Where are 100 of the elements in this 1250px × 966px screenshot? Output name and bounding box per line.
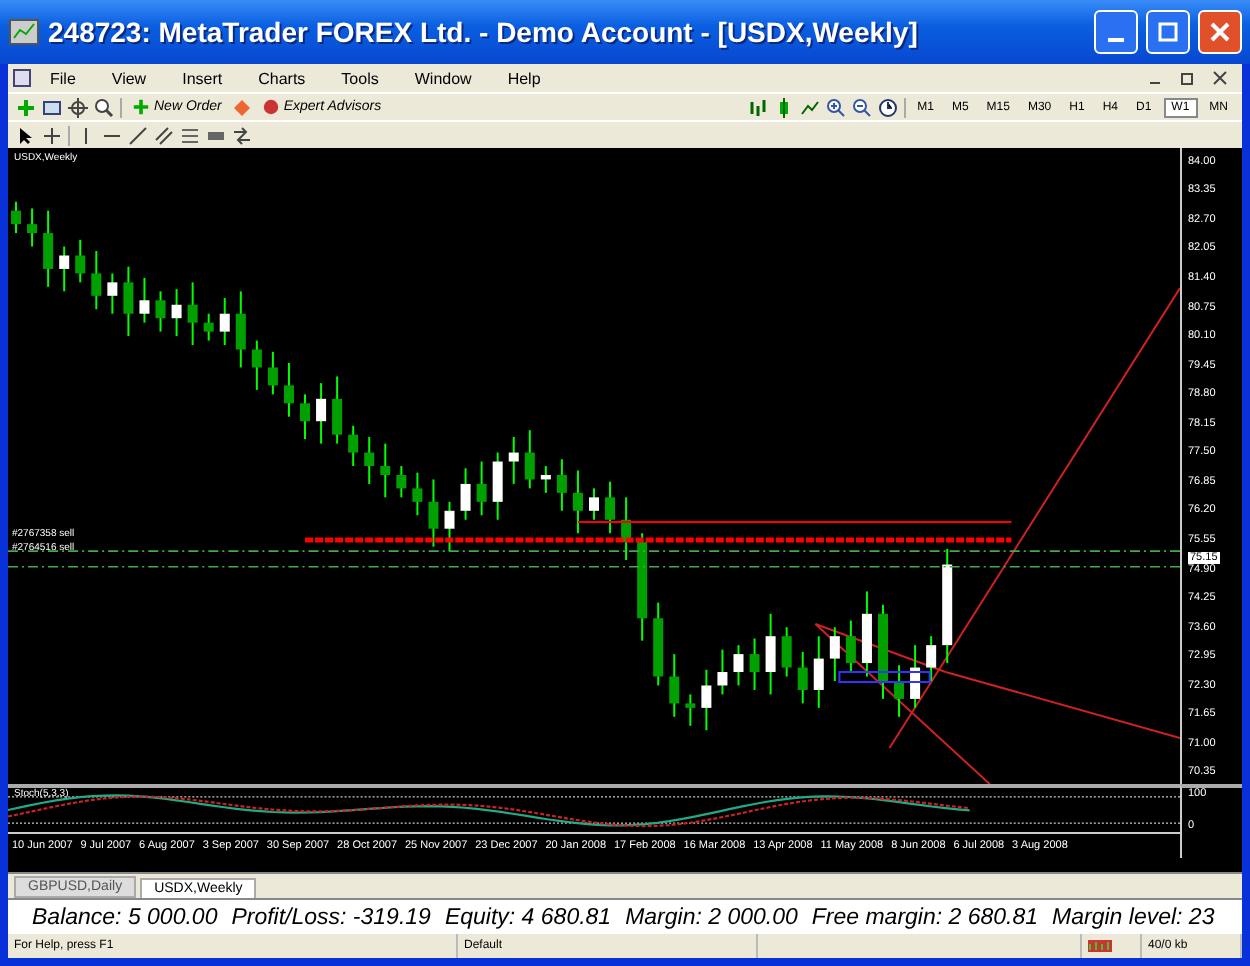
candlestick (139, 276, 150, 324)
candlestick (27, 207, 38, 248)
candlestick (524, 429, 535, 490)
account-value: Balance: 5 000.00 (32, 905, 218, 929)
candlestick (749, 637, 760, 691)
zoom-out-icon[interactable] (851, 97, 872, 117)
menu-item[interactable]: Charts (240, 69, 324, 87)
candlestick (444, 500, 455, 553)
channel-icon[interactable] (154, 125, 174, 145)
trendline-icon[interactable] (128, 125, 148, 145)
candlestick (894, 664, 905, 718)
candlestick (219, 297, 230, 347)
candlestick (267, 350, 278, 396)
candlestick (813, 635, 824, 709)
candlestick (942, 547, 953, 665)
bar-chart-icon[interactable] (747, 97, 768, 117)
account-value: Profit/Loss: -319.19 (231, 905, 431, 929)
document-icon[interactable] (12, 68, 32, 88)
candlestick (829, 626, 840, 682)
candlestick (878, 603, 888, 700)
candlestick (845, 619, 856, 674)
plus-icon (132, 98, 150, 116)
close-icon (1210, 22, 1230, 42)
restore-icon[interactable] (1178, 68, 1198, 88)
window-title: 248723: MetaTrader FOREX Ltd. - Demo Account - [USDX,Weekly] (48, 16, 920, 48)
account-value: Margin: 2 000.00 (625, 905, 798, 929)
candlestick (556, 458, 567, 512)
candlestick (203, 312, 214, 342)
minimize-button[interactable] (1094, 10, 1138, 54)
candlestick (508, 435, 519, 485)
candlestick (428, 478, 439, 548)
account-value: Free margin: 2 680.81 (811, 905, 1039, 929)
candlestick (621, 496, 632, 562)
candlestick (316, 382, 327, 445)
candlestick (733, 644, 744, 687)
maximize-button[interactable] (1146, 10, 1190, 54)
candlestick (43, 209, 54, 288)
candlestick (910, 644, 921, 709)
candlestick (637, 532, 648, 642)
candlestick (300, 393, 310, 441)
candlestick (476, 460, 487, 517)
minimize-icon (1108, 38, 1124, 42)
circle-icon (261, 98, 280, 116)
crosshair-icon[interactable] (42, 125, 62, 145)
candlestick (235, 290, 246, 369)
candlestick (861, 590, 872, 678)
candlestick (797, 650, 808, 705)
candlestick (91, 250, 102, 311)
close-icon[interactable] (1210, 68, 1230, 88)
candlestick (605, 480, 616, 535)
account-value: Margin level: 23 (1052, 905, 1215, 929)
window-icon[interactable] (42, 97, 62, 117)
candlestick (107, 272, 118, 315)
candlestick (348, 424, 359, 467)
candlestick (653, 601, 664, 687)
cursor-icon[interactable] (16, 125, 36, 145)
menu-item[interactable]: Help (489, 69, 559, 87)
account-value: Equity: 4 680.81 (444, 905, 612, 929)
channel-rectangle (838, 671, 931, 683)
app-icon (8, 16, 40, 48)
candlestick (685, 693, 696, 727)
menu-item[interactable]: Window (396, 69, 490, 87)
maximize-icon (1158, 22, 1178, 42)
crosshair-icon[interactable] (68, 97, 88, 117)
candlestick (765, 612, 776, 696)
candlestick (717, 648, 728, 696)
candlestick (669, 653, 680, 718)
clock-icon[interactable] (877, 97, 898, 117)
candlestick (540, 465, 551, 494)
candlestick (781, 626, 792, 678)
candlestick (332, 375, 343, 445)
diamond-icon[interactable] (231, 97, 252, 117)
candlestick (589, 487, 599, 521)
candlestick (155, 290, 166, 333)
candlestick (75, 238, 86, 284)
candlestick (396, 465, 407, 499)
candlestick (380, 442, 391, 499)
candlestick (59, 245, 70, 293)
zoom-in-icon[interactable] (825, 97, 846, 117)
candlestick (701, 668, 712, 732)
candlestick (572, 469, 583, 535)
candlestick (492, 451, 503, 521)
menu-item[interactable]: Insert (164, 69, 241, 87)
magnifier-icon[interactable] (94, 97, 114, 117)
arrows-icon[interactable] (232, 125, 252, 145)
candlestick (412, 471, 423, 517)
candlestick (926, 635, 937, 682)
candlestick (251, 339, 262, 391)
candlestick (171, 288, 182, 338)
menu-item[interactable]: File (32, 69, 94, 87)
menu-item[interactable]: View (93, 69, 165, 87)
candlestick (364, 435, 375, 485)
close-button[interactable] (1198, 10, 1242, 54)
candlestick (460, 467, 471, 521)
menu-item[interactable]: Tools (323, 69, 397, 87)
connection-icon (1088, 940, 1112, 952)
candlestick (123, 265, 134, 338)
candlestick (283, 362, 294, 418)
candlestick (187, 281, 198, 347)
line-chart-icon[interactable] (799, 97, 820, 117)
